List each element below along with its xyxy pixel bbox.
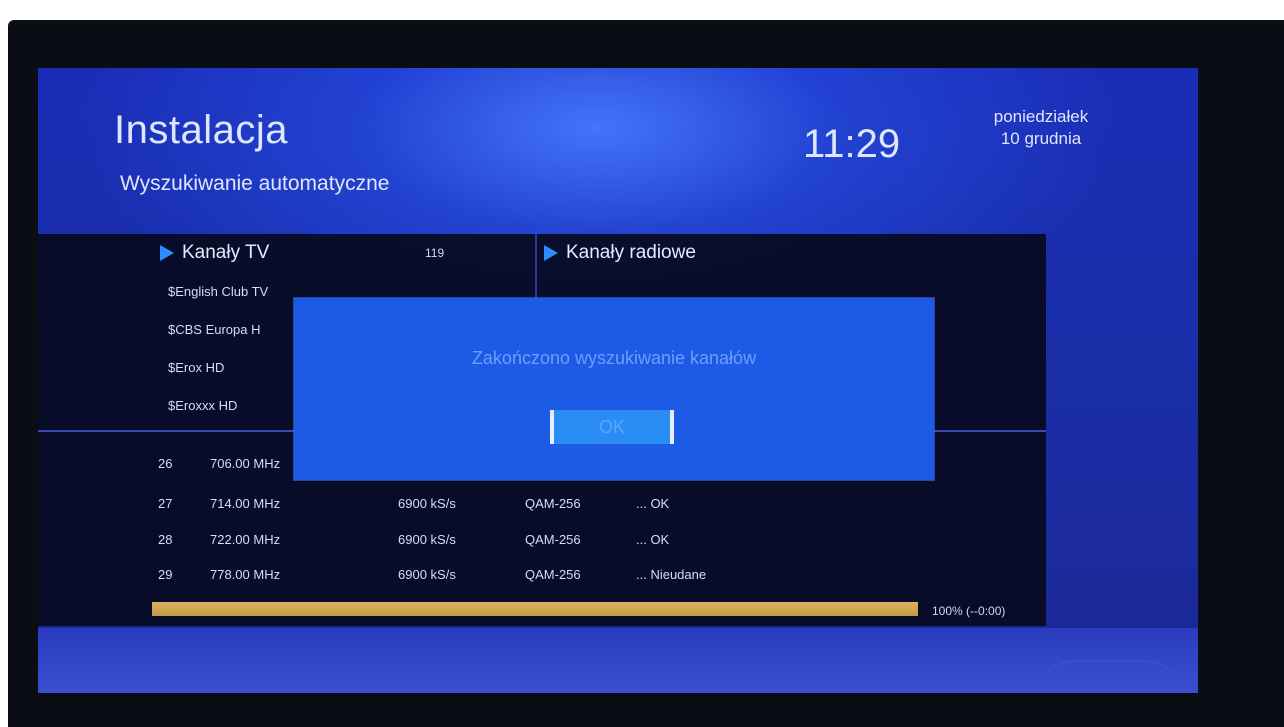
scan-row: 29 778.00 MHz 6900 kS/s QAM-256 ... Nieu…	[158, 567, 858, 587]
tv-channels-header: Kanały TV	[160, 242, 269, 264]
scan-row-status: ... OK	[636, 532, 670, 547]
channel-list-item: $Eroxxx HD	[168, 398, 238, 413]
clock: 11:29	[803, 122, 901, 166]
date-day: poniedziałek	[993, 107, 1089, 126]
scan-row-frequency: 706.00 MHz	[210, 456, 281, 471]
channel-list-item: $Erox HD	[168, 360, 225, 375]
play-arrow-icon	[160, 245, 174, 261]
page-title: Instalacja	[114, 108, 288, 152]
scan-progress-fill	[152, 602, 918, 616]
screen-reflection	[1040, 660, 1180, 693]
scan-row-number: 29	[158, 567, 173, 582]
scan-row-modulation: QAM-256	[525, 532, 581, 547]
channel-list-item: $English Club TV	[168, 284, 269, 299]
scan-row: 28 722.00 MHz 6900 kS/s QAM-256 ... OK	[158, 532, 858, 552]
scan-row-status: ... Nieudane	[636, 567, 707, 582]
scan-row-number: 26	[158, 456, 173, 471]
tv-screen: Instalacja Wyszukiwanie automatyczne 11:…	[38, 68, 1198, 693]
date-display: poniedziałek 10 grudnia	[966, 106, 1116, 150]
radio-channels-header: Kanały radiowe	[544, 242, 696, 264]
scan-row-status: ... OK	[636, 496, 670, 511]
channel-list-item: $CBS Europa H	[168, 322, 261, 337]
tv-channels-label: Kanały TV	[182, 242, 270, 263]
scan-row-symbol-rate: 6900 kS/s	[398, 567, 456, 582]
scan-row-symbol-rate: 6900 kS/s	[398, 532, 456, 547]
scan-complete-dialog: Zakończono wyszukiwanie kanałów OK	[294, 298, 934, 480]
scan-row-symbol-rate: 6900 kS/s	[398, 496, 456, 511]
scan-row-frequency: 778.00 MHz	[210, 567, 281, 582]
scan-progress-label: 100% (--0:00)	[932, 604, 1006, 618]
play-arrow-icon	[544, 245, 558, 261]
page-subtitle: Wyszukiwanie automatyczne	[120, 172, 390, 195]
scan-row-number: 28	[158, 532, 173, 547]
scan-row: 27 714.00 MHz 6900 kS/s QAM-256 ... OK	[158, 496, 858, 516]
ok-button[interactable]: OK	[550, 410, 674, 444]
bottom-band	[38, 628, 1198, 693]
scan-row-modulation: QAM-256	[525, 567, 581, 582]
scan-row-frequency: 714.00 MHz	[210, 496, 281, 511]
scan-row-frequency: 722.00 MHz	[210, 532, 281, 547]
scan-progress-bar	[152, 602, 918, 616]
date-value: 10 grudnia	[1000, 129, 1082, 148]
tv-channels-count: 119	[425, 246, 445, 260]
scan-row-modulation: QAM-256	[525, 496, 581, 511]
scan-row-number: 27	[158, 496, 173, 511]
dialog-message: Zakończono wyszukiwanie kanałów	[471, 348, 757, 368]
radio-channels-label: Kanały radiowe	[566, 242, 696, 263]
